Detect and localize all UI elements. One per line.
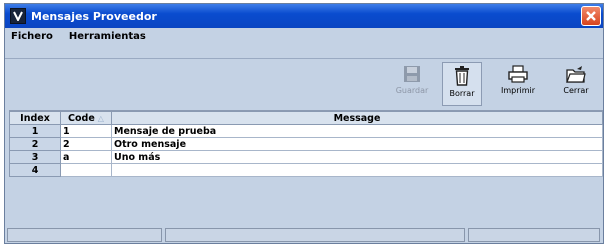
column-header-index[interactable]: Index [9, 111, 61, 125]
status-panel-right [468, 228, 600, 242]
message-cell[interactable]: Uno más [111, 150, 603, 164]
borrar-button[interactable]: Borrar [442, 62, 482, 106]
row-index-cell[interactable]: 2 [9, 137, 61, 151]
cerrar-button[interactable]: Cerrar [556, 62, 596, 106]
status-bar [7, 228, 603, 242]
data-grid-area: Index Code △ Message 1 1 Mensaje de prueb… [9, 110, 603, 232]
status-panel-left [7, 228, 162, 242]
menu-herramientas[interactable]: Herramientas [61, 31, 154, 42]
message-cell[interactable]: Mensaje de prueba [111, 124, 603, 138]
cerrar-label: Cerrar [563, 86, 589, 95]
menu-bar: Fichero Herramientas [5, 28, 603, 45]
code-cell[interactable]: 2 [60, 137, 112, 151]
guardar-button[interactable]: Guardar [392, 62, 432, 106]
row-index-cell[interactable]: 3 [9, 150, 61, 164]
menu-fichero[interactable]: Fichero [5, 31, 61, 42]
sort-arrow-icon: △ [97, 113, 104, 123]
close-icon [586, 11, 596, 21]
imprimir-label: Imprimir [500, 86, 536, 95]
app-logo-icon [10, 8, 26, 24]
folder-icon [566, 66, 586, 83]
column-header-code[interactable]: Code △ [60, 111, 112, 125]
code-cell[interactable]: 1 [60, 124, 112, 138]
table-row[interactable]: 2 2 Otro mensaje [9, 137, 603, 151]
table-row[interactable]: 3 a Uno más [9, 150, 603, 164]
guardar-label: Guardar [395, 86, 429, 95]
toolbar: Guardar Borrar Imprimir Cerrar [5, 58, 603, 109]
table-row[interactable]: 1 1 Mensaje de prueba [9, 124, 603, 138]
code-cell[interactable] [60, 163, 112, 177]
column-header-message[interactable]: Message [111, 111, 603, 125]
close-window-button[interactable] [581, 6, 601, 26]
status-panel-middle [165, 228, 465, 242]
window-title: Mensajes Proveedor [31, 9, 157, 23]
app-window: Mensajes Proveedor Fichero Herramientas … [4, 3, 604, 244]
message-cell[interactable]: Otro mensaje [111, 137, 603, 151]
messages-table: Index Code △ Message 1 1 Mensaje de prueb… [9, 111, 603, 177]
title-bar[interactable]: Mensajes Proveedor [5, 4, 603, 28]
message-cell[interactable] [111, 163, 603, 177]
imprimir-button[interactable]: Imprimir [498, 62, 538, 106]
borrar-label: Borrar [449, 89, 475, 98]
code-cell[interactable]: a [60, 150, 112, 164]
table-row[interactable]: 4 [9, 163, 603, 177]
row-index-cell[interactable]: 1 [9, 124, 61, 138]
row-index-cell[interactable]: 4 [9, 163, 61, 177]
printer-icon [508, 65, 528, 83]
trash-icon [455, 66, 469, 86]
save-disk-icon [404, 66, 420, 82]
